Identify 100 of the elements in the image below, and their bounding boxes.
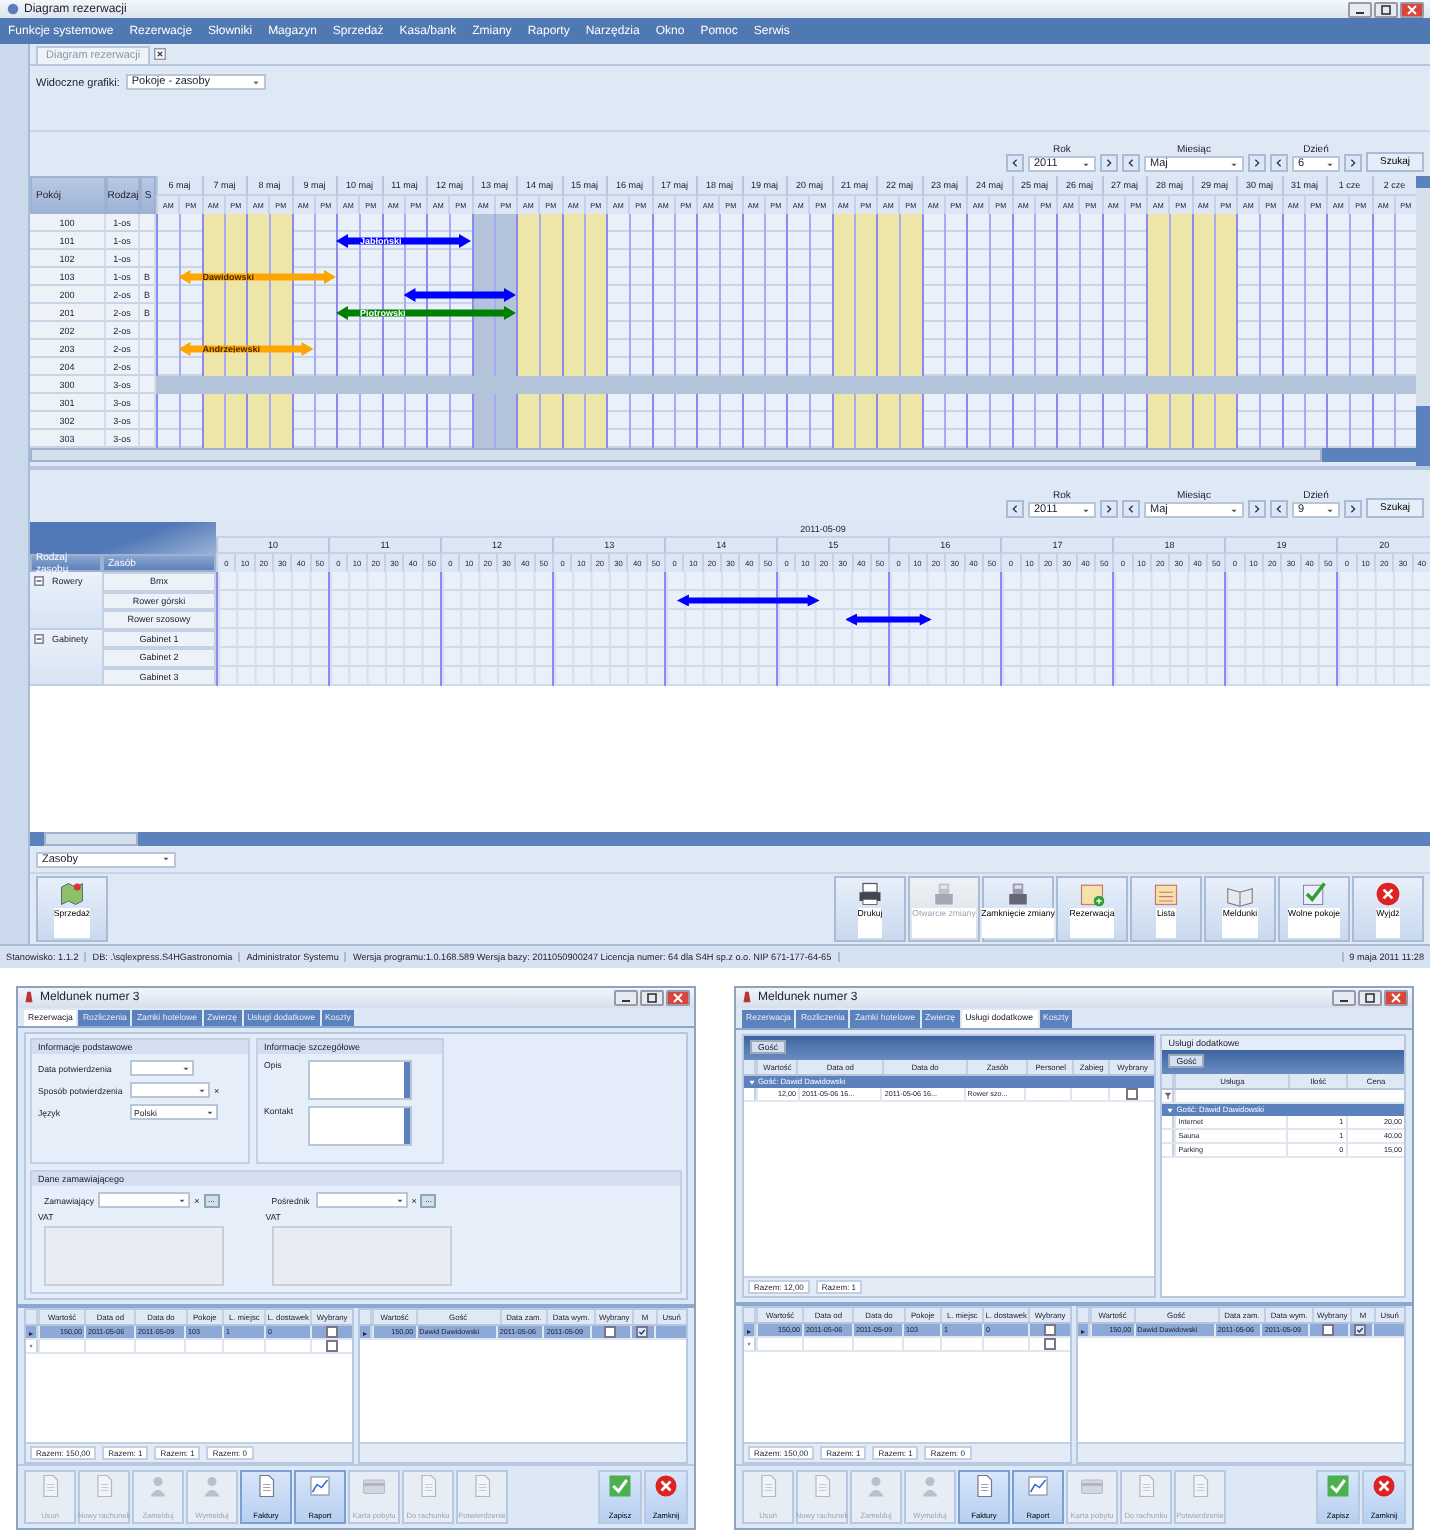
chevron-right-icon <box>1251 158 1262 168</box>
card-icon <box>362 1473 386 1498</box>
hour-column <box>1224 572 1337 686</box>
horizontal-scrollbar[interactable] <box>30 832 1430 846</box>
dropdown-icon <box>251 79 260 85</box>
maximize-icon <box>644 991 660 1004</box>
checkbox[interactable] <box>1044 1338 1056 1351</box>
collapse-icon[interactable] <box>34 633 44 643</box>
dropdown-icon <box>162 856 170 862</box>
vertical-scrollbar[interactable] <box>1416 176 1430 466</box>
check-icon <box>608 1473 632 1498</box>
checkbox[interactable] <box>1322 1324 1335 1337</box>
hour-column <box>1112 572 1225 686</box>
close-icon <box>1404 3 1420 15</box>
chevron-left-icon <box>1009 158 1020 168</box>
next-button[interactable] <box>1099 154 1118 172</box>
card-icon <box>1080 1473 1104 1498</box>
previous-button[interactable] <box>1269 500 1288 518</box>
register-icon <box>930 880 958 908</box>
maximize-button[interactable] <box>1358 989 1382 1006</box>
minimize-button[interactable] <box>614 989 638 1006</box>
close-icon <box>1388 991 1404 1004</box>
checkbox[interactable] <box>1354 1324 1367 1337</box>
person-icon <box>864 1473 888 1498</box>
previous-button[interactable] <box>1269 154 1288 172</box>
close-icon <box>1372 1473 1396 1498</box>
chevron-left-icon <box>1009 504 1020 514</box>
dropdown-icon <box>206 1109 214 1116</box>
collapse-icon[interactable] <box>34 576 44 586</box>
previous-button[interactable] <box>1005 154 1024 172</box>
close-button[interactable] <box>666 989 690 1006</box>
close-icon[interactable] <box>154 48 167 60</box>
dropdown-icon <box>1325 507 1334 513</box>
collapse-icon <box>1166 1105 1175 1114</box>
next-button[interactable] <box>1247 154 1266 172</box>
maximize-icon <box>1378 3 1394 15</box>
close-button[interactable] <box>1384 989 1408 1006</box>
document-icon <box>470 1473 494 1498</box>
document-icon <box>1188 1473 1212 1498</box>
scrollbar[interactable] <box>404 1062 410 1099</box>
combo-field[interactable] <box>130 1082 210 1099</box>
calendar-icon <box>1152 880 1180 908</box>
scrollbar[interactable] <box>404 1108 410 1145</box>
previous-button[interactable] <box>1005 500 1024 518</box>
dropdown-icon <box>1081 507 1090 513</box>
person-icon <box>200 1473 224 1498</box>
minimize-button[interactable] <box>1332 989 1356 1006</box>
collapse-icon <box>748 1077 756 1086</box>
document-icon <box>254 1473 278 1498</box>
next-button[interactable] <box>1343 154 1362 172</box>
dropdown-icon <box>1229 161 1238 167</box>
checkbox[interactable] <box>636 1326 649 1339</box>
minimize-button[interactable] <box>1348 1 1372 17</box>
chevron-left-icon <box>1125 158 1136 168</box>
chevron-right-icon <box>1103 158 1114 168</box>
close-button[interactable] <box>1400 1 1424 17</box>
chevron-right-icon <box>1347 158 1358 168</box>
document-icon <box>416 1473 440 1498</box>
checkbox[interactable] <box>326 1340 338 1353</box>
horizontal-scrollbar[interactable] <box>30 448 1416 462</box>
maximize-button[interactable] <box>640 989 664 1006</box>
checkbox[interactable] <box>326 1326 338 1339</box>
app-icon <box>22 990 36 1005</box>
previous-button[interactable] <box>1121 154 1140 172</box>
chevron-right-icon <box>1251 504 1262 514</box>
map-icon <box>58 880 86 908</box>
person-icon <box>918 1473 942 1498</box>
maximize-button[interactable] <box>1374 1 1398 17</box>
chevron-left-icon <box>1273 504 1284 514</box>
next-button[interactable] <box>1247 500 1266 518</box>
close-icon <box>670 991 686 1004</box>
dropdown-icon <box>1229 507 1238 513</box>
document-icon <box>38 1473 62 1498</box>
text-area[interactable] <box>308 1106 412 1147</box>
chevron-left-icon <box>1125 504 1136 514</box>
printer-icon <box>856 880 884 908</box>
app-icon <box>6 2 20 16</box>
document-icon <box>756 1473 780 1498</box>
dropdown-icon <box>182 1065 190 1072</box>
combo-field[interactable] <box>98 1192 191 1209</box>
reservation-bar[interactable] <box>676 594 820 607</box>
chart-icon <box>308 1473 332 1498</box>
document-icon <box>810 1473 834 1498</box>
maximize-icon <box>1362 991 1378 1004</box>
chevron-right-icon <box>1103 504 1114 514</box>
dropdown-icon <box>198 1087 206 1094</box>
document-icon <box>972 1473 996 1498</box>
reservation-bar[interactable] <box>845 613 932 626</box>
checkbox[interactable] <box>604 1326 617 1339</box>
next-button[interactable] <box>1099 500 1118 518</box>
text-area[interactable] <box>308 1060 412 1101</box>
close-icon <box>654 1473 678 1498</box>
previous-button[interactable] <box>1121 500 1140 518</box>
checkbox[interactable] <box>1044 1324 1056 1337</box>
chart-icon <box>1026 1473 1050 1498</box>
combo-field[interactable] <box>130 1060 194 1077</box>
combo-field[interactable] <box>315 1192 408 1209</box>
next-button[interactable] <box>1343 500 1362 518</box>
check-icon <box>1326 1473 1350 1498</box>
dropdown-icon <box>1325 161 1334 167</box>
